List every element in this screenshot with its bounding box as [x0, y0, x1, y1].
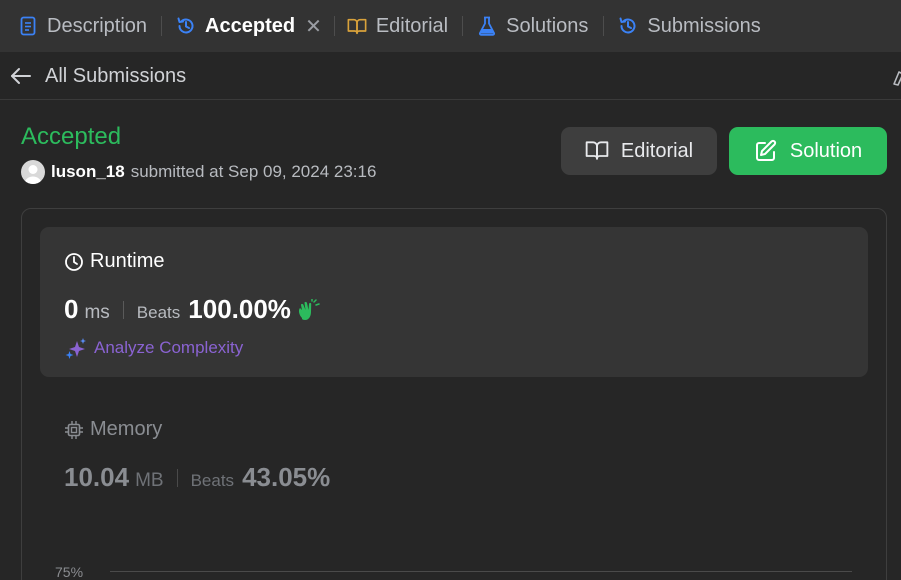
clock-icon	[64, 252, 84, 272]
tab-solutions[interactable]: Solutions	[477, 0, 588, 52]
description-icon	[18, 16, 38, 36]
submission-subheader: All Submissions	[0, 52, 901, 100]
history-icon	[176, 16, 196, 36]
tab-separator	[333, 16, 335, 36]
tab-bar: Description Accepted ✕ Editorial Solutio…	[0, 0, 901, 52]
memory-unit: MB	[135, 470, 164, 491]
close-icon[interactable]: ✕	[305, 14, 322, 39]
runtime-title: Runtime	[90, 250, 165, 272]
avatar[interactable]	[21, 160, 45, 184]
runtime-beats-label: Beats	[136, 303, 181, 322]
chart-y-tick: 75%	[55, 564, 84, 580]
arrow-left-icon[interactable]	[10, 66, 32, 86]
clap-icon	[297, 298, 321, 321]
submission-status: Accepted	[21, 123, 122, 150]
sparkle-icon	[65, 337, 87, 359]
runtime-beats-value: 100.00%	[188, 294, 291, 324]
memory-stats: 10.04 MB Beats 43.05%	[64, 462, 330, 493]
tab-label: Editorial	[375, 14, 449, 37]
editorial-button[interactable]: Editorial	[561, 127, 717, 175]
tab-separator	[161, 16, 163, 36]
solution-button[interactable]: Solution	[729, 127, 887, 175]
tab-label: Solutions	[506, 14, 589, 37]
memory-beats-label: Beats	[190, 471, 235, 490]
book-icon	[585, 139, 609, 163]
solution-button-label: Solution	[789, 139, 863, 162]
tab-label: Submissions	[647, 14, 761, 37]
runtime-header: Runtime	[64, 250, 164, 273]
memory-value: 10.04	[64, 462, 130, 492]
memory-title: Memory	[90, 418, 163, 440]
divider	[176, 468, 178, 487]
book-icon	[347, 16, 367, 36]
partial-icon[interactable]	[891, 68, 901, 86]
tab-editorial[interactable]: Editorial	[347, 0, 448, 52]
tab-separator	[462, 16, 464, 36]
username-link[interactable]: luson_18	[51, 162, 125, 182]
tab-label: Accepted	[205, 14, 296, 37]
tab-label: Description	[47, 14, 148, 37]
analyze-complexity-label: Analyze Complexity	[94, 338, 244, 357]
divider	[122, 300, 124, 319]
tab-submissions[interactable]: Submissions	[618, 0, 761, 52]
memory-header[interactable]: Memory	[64, 418, 162, 441]
analyze-complexity-link[interactable]: Analyze Complexity	[65, 337, 243, 359]
memory-beats-value: 43.05%	[242, 462, 331, 492]
runtime-stats: 0 ms Beats 100.00%	[64, 294, 321, 325]
editorial-button-label: Editorial	[620, 139, 694, 162]
runtime-unit: ms	[84, 302, 110, 323]
history-icon	[618, 16, 638, 36]
all-submissions-link[interactable]: All Submissions	[45, 65, 186, 88]
tab-accepted[interactable]: Accepted ✕	[176, 0, 322, 52]
runtime-value: 0	[64, 294, 79, 324]
tab-separator	[603, 16, 605, 36]
edit-icon	[754, 139, 778, 163]
chart-gridline	[110, 571, 852, 572]
tab-description[interactable]: Description	[18, 0, 147, 52]
flask-icon	[477, 16, 497, 36]
chip-icon	[64, 420, 84, 440]
submitted-time: submitted at Sep 09, 2024 23:16	[130, 162, 377, 181]
submitter-info: luson_18 submitted at Sep 09, 2024 23:16	[21, 160, 376, 184]
